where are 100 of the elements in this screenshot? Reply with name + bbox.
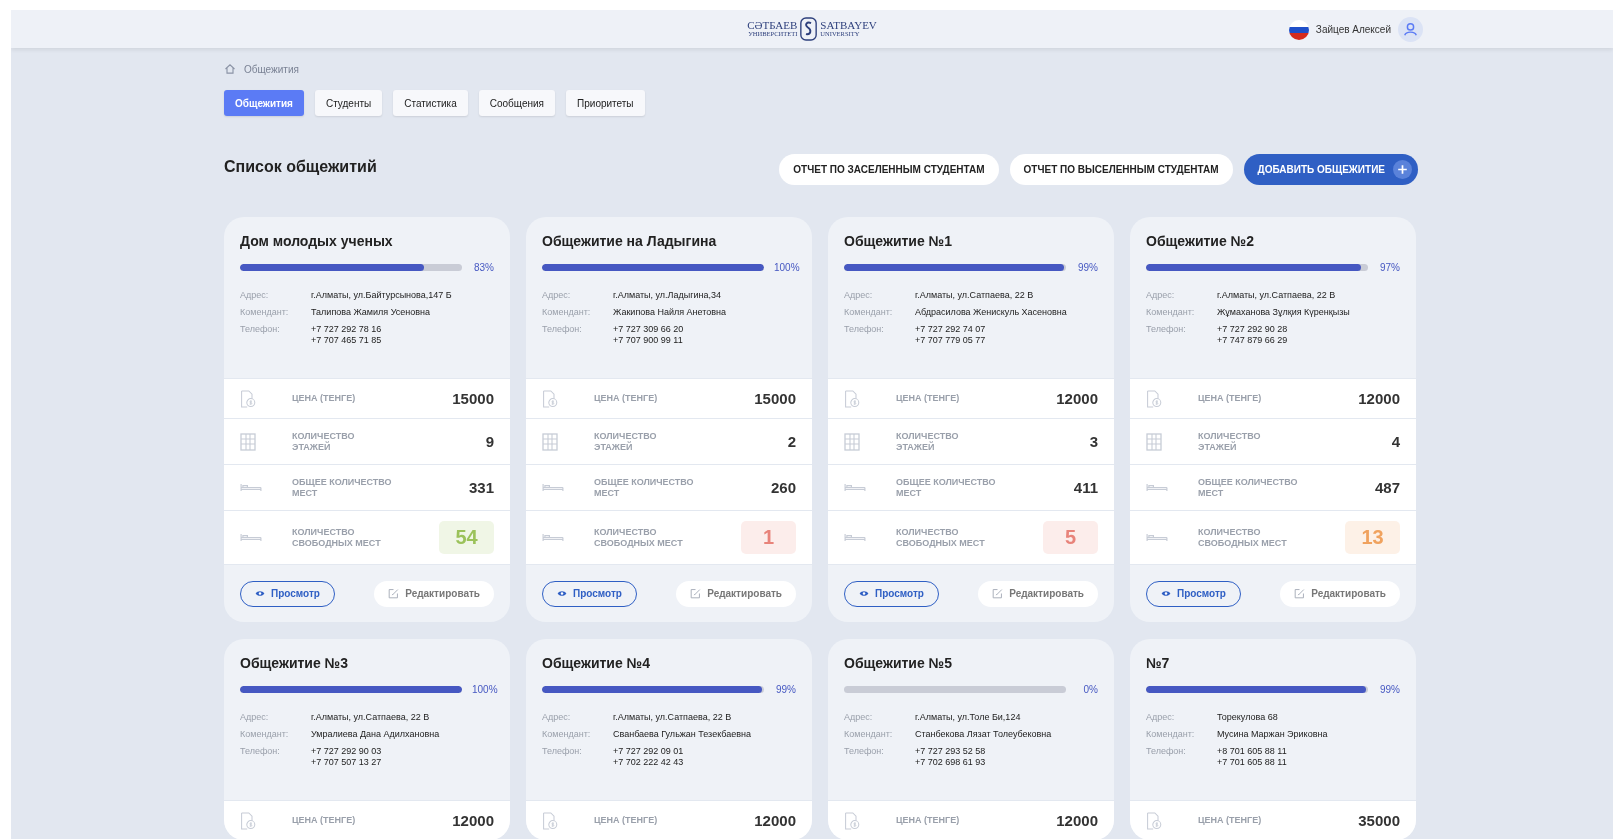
occupancy-percent: 97% xyxy=(1379,262,1400,273)
info-label: Телефон: xyxy=(1146,746,1187,758)
info-value: +8 701 605 88 11 +7 701 605 88 11 xyxy=(1217,746,1287,768)
edit-button[interactable]: Редактировать xyxy=(978,580,1098,607)
info-label: Телефон: xyxy=(844,746,885,758)
info-value: Станбекова Лязат Толеубековна xyxy=(915,729,1052,740)
info-label: Телефон: xyxy=(844,324,885,336)
stat-label: ЦЕНА (ТЕНГЕ) xyxy=(292,393,357,404)
info-value: Торекулова 68 xyxy=(1217,712,1278,723)
dormitory-name: Общежитие №3 xyxy=(240,655,349,671)
stat-value: 3 xyxy=(1089,433,1098,450)
stat-value: 411 xyxy=(1073,479,1098,496)
edit-icon xyxy=(992,588,1004,599)
info-value: +7 727 292 90 03 +7 707 507 13 27 xyxy=(311,746,382,768)
bed-icon xyxy=(1146,533,1168,542)
language-flag-icon[interactable] xyxy=(1288,19,1309,40)
add-button[interactable]: ДОБАВИТЬ ОБЩЕЖИТИЕ xyxy=(1243,154,1418,185)
stat-value: 487 xyxy=(1374,479,1400,496)
info-label: Адрес: xyxy=(1146,712,1176,723)
eye-icon xyxy=(255,590,265,597)
stat-value: 9 xyxy=(485,433,494,450)
price-document-icon xyxy=(542,811,558,830)
report-button[interactable]: ОТЧЕТ ПО ВЫСЕЛЕННЫМ СТУДЕНТАМ xyxy=(1009,154,1233,185)
stat-label: ЦЕНА (ТЕНГЕ) xyxy=(896,393,961,404)
info-value: г.Алматы, ул.Сатпаева, 22 В xyxy=(915,290,1034,301)
info-label: Адрес: xyxy=(542,290,572,301)
stat-value: 12000 xyxy=(754,812,796,829)
info-value: Жакипова Найля Анетовна xyxy=(613,307,727,318)
info-label: Комендант: xyxy=(542,307,592,318)
report-button[interactable]: ОТЧЕТ ПО ЗАСЕЛЕННЫМ СТУДЕНТАМ xyxy=(779,154,999,185)
info-label: Адрес: xyxy=(240,712,270,723)
price-document-icon xyxy=(844,811,860,830)
occupancy-percent: 0% xyxy=(1082,684,1098,695)
home-icon[interactable] xyxy=(224,63,236,75)
stat-label: КОЛИЧЕСТВО ЭТАЖЕЙ xyxy=(594,430,658,453)
tab[interactable]: Общежития xyxy=(224,90,304,116)
eye-icon xyxy=(1161,590,1171,597)
occupancy-percent: 99% xyxy=(1379,684,1400,695)
price-document-icon xyxy=(1146,389,1162,408)
stat-label: КОЛИЧЕСТВО СВОБОДНЫХ МЕСТ xyxy=(1198,526,1288,549)
user-name[interactable]: Зайцев Алексей xyxy=(1315,24,1391,35)
stat-value: 35000 xyxy=(1358,812,1400,829)
stat-value: 12000 xyxy=(1056,390,1098,407)
tab[interactable]: Сообщения xyxy=(478,90,556,116)
info-label: Комендант: xyxy=(1146,307,1196,318)
info-label: Адрес: xyxy=(542,712,572,723)
stat-label: ОБЩЕЕ КОЛИЧЕСТВО МЕСТ xyxy=(1198,476,1299,499)
info-label: Адрес: xyxy=(844,712,874,723)
free-places-count: 1 xyxy=(741,521,796,554)
stat-label: ОБЩЕЕ КОЛИЧЕСТВО МЕСТ xyxy=(594,476,695,499)
bed-icon xyxy=(844,533,866,542)
info-label: Комендант: xyxy=(240,307,290,318)
plus-icon xyxy=(1393,160,1412,179)
info-value: г.Алматы, ул.Сатпаева, 22 В xyxy=(311,712,430,723)
info-label: Телефон: xyxy=(240,746,281,758)
dormitory-name: Общежитие на Ладыгина xyxy=(542,233,718,249)
tab[interactable]: Статистика xyxy=(393,90,468,116)
stat-label: ЦЕНА (ТЕНГЕ) xyxy=(1198,815,1263,826)
stat-value: 12000 xyxy=(1056,812,1098,829)
info-value: Жұмаханова Зұлқия Күренқызы xyxy=(1217,307,1350,318)
info-label: Комендант: xyxy=(844,307,894,318)
edit-button[interactable]: Редактировать xyxy=(374,580,494,607)
stat-label: КОЛИЧЕСТВО ЭТАЖЕЙ xyxy=(896,430,960,453)
stat-label: КОЛИЧЕСТВО ЭТАЖЕЙ xyxy=(292,430,356,453)
stat-value: 12000 xyxy=(1358,390,1400,407)
edit-button[interactable]: Редактировать xyxy=(1280,580,1400,607)
stat-label: ЦЕНА (ТЕНГЕ) xyxy=(1198,393,1263,404)
bed-icon xyxy=(542,533,564,542)
stat-value: 15000 xyxy=(754,390,796,407)
building-icon xyxy=(240,432,256,451)
info-label: Адрес: xyxy=(844,290,874,301)
stat-label: КОЛИЧЕСТВО СВОБОДНЫХ МЕСТ xyxy=(896,526,986,549)
stat-label: ЦЕНА (ТЕНГЕ) xyxy=(594,393,659,404)
stat-label: КОЛИЧЕСТВО ЭТАЖЕЙ xyxy=(1198,430,1262,453)
info-value: +7 727 293 52 58 +7 702 698 61 93 xyxy=(915,746,986,768)
bed-icon xyxy=(844,483,866,492)
stat-value: 260 xyxy=(770,479,796,496)
info-label: Телефон: xyxy=(1146,324,1187,336)
bed-icon xyxy=(1146,483,1168,492)
edit-button[interactable]: Редактировать xyxy=(676,580,796,607)
dormitory-name: Общежитие №1 xyxy=(844,233,953,249)
logo-text: SATBAYEV xyxy=(820,20,877,32)
free-places-count: 54 xyxy=(439,521,494,554)
info-value: +7 727 292 09 01 +7 702 222 42 43 xyxy=(613,746,684,768)
stat-value: 2 xyxy=(787,433,796,450)
stat-value: 15000 xyxy=(452,390,494,407)
edit-icon xyxy=(1294,588,1306,599)
dormitory-name: Общежитие №2 xyxy=(1146,233,1255,249)
occupancy-percent: 99% xyxy=(775,684,796,695)
tab[interactable]: Приоритеты xyxy=(566,90,645,116)
info-value: Мусина Маржан Эриковна xyxy=(1217,729,1328,740)
stat-value: 4 xyxy=(1391,433,1400,450)
stat-value: 12000 xyxy=(452,812,494,829)
dormitory-name: Общежитие №5 xyxy=(844,655,953,671)
tab[interactable]: Студенты xyxy=(314,90,383,116)
dormitory-name: №7 xyxy=(1146,655,1171,671)
price-document-icon xyxy=(240,811,256,830)
user-avatar-icon[interactable] xyxy=(1398,17,1423,42)
info-value: +7 727 292 90 28 +7 747 879 66 29 xyxy=(1217,324,1288,346)
eye-icon xyxy=(859,590,869,597)
